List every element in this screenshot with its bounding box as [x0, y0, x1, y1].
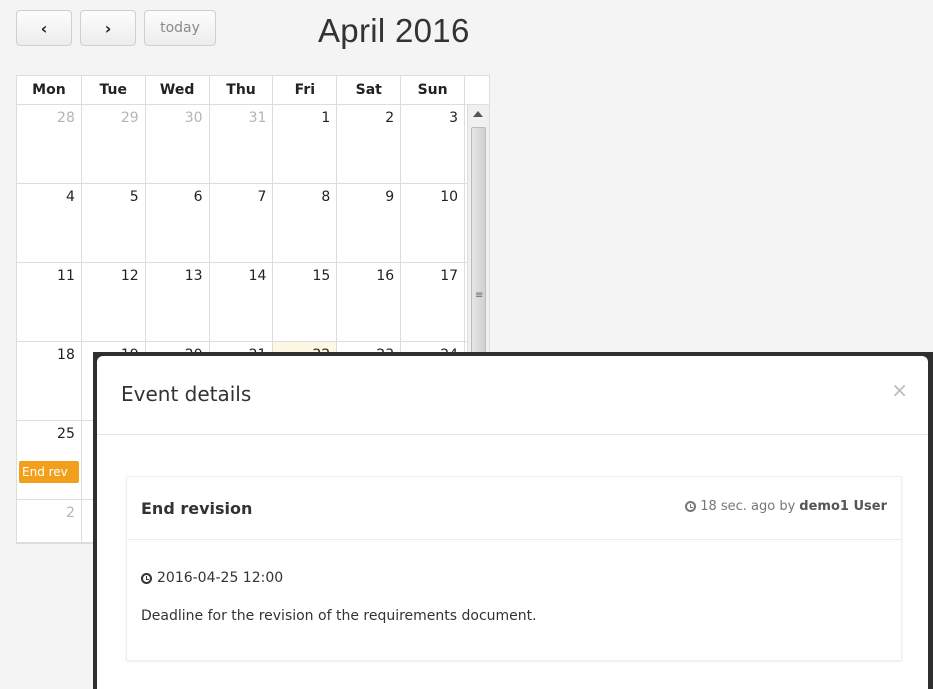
clock-icon: [685, 501, 697, 512]
scroll-up-arrow-icon[interactable]: [473, 111, 483, 117]
day-cell[interactable]: 6: [146, 184, 210, 262]
day-cell[interactable]: 7: [210, 184, 274, 262]
day-header-row: Mon Tue Wed Thu Fri Sat Sun: [17, 76, 489, 105]
day-header: Thu: [210, 76, 274, 104]
day-header: Sun: [401, 76, 466, 104]
day-cell[interactable]: 30: [146, 105, 210, 183]
day-cell[interactable]: 4: [17, 184, 82, 262]
grip-icon: ≡: [475, 290, 484, 301]
day-cell[interactable]: 8: [273, 184, 338, 262]
week-row: 4 5 6 7 8 9 10: [17, 184, 489, 263]
event-meta: 18 sec. ago by demo1 User: [685, 499, 887, 514]
today-button[interactable]: today: [144, 10, 216, 46]
day-header: Tue: [82, 76, 146, 104]
day-header: Fri: [273, 76, 338, 104]
day-cell[interactable]: 11: [17, 263, 82, 341]
day-cell[interactable]: 17: [401, 263, 466, 341]
event-datetime-line: 2016-04-25 12:00: [141, 570, 887, 586]
week-row: 11 12 13 14 15 16 17: [17, 263, 489, 342]
day-cell[interactable]: 31: [210, 105, 274, 183]
day-cell[interactable]: 25 End rev: [17, 421, 82, 499]
day-cell[interactable]: 2: [337, 105, 402, 183]
week-row: 28 29 30 31 1 2 3: [17, 105, 489, 184]
chevron-left-icon: ‹: [40, 18, 48, 38]
day-cell[interactable]: 2: [17, 500, 82, 542]
clock-icon: [141, 572, 152, 584]
day-cell[interactable]: 14: [210, 263, 274, 341]
prev-month-button[interactable]: ‹: [16, 10, 72, 46]
day-cell[interactable]: 15: [273, 263, 338, 341]
close-icon[interactable]: ×: [891, 378, 908, 402]
event-panel-body: 2016-04-25 12:00 Deadline for the revisi…: [127, 540, 901, 644]
day-cell[interactable]: 10: [401, 184, 466, 262]
day-cell[interactable]: 13: [146, 263, 210, 341]
event-author[interactable]: demo1 User: [799, 499, 887, 514]
day-cell[interactable]: 12: [82, 263, 146, 341]
day-cell[interactable]: 16: [337, 263, 402, 341]
day-cell[interactable]: 1: [273, 105, 338, 183]
chevron-right-icon: ›: [104, 18, 112, 38]
event-title: End revision: [141, 499, 253, 518]
modal-title: Event details: [121, 382, 252, 406]
calendar-title: April 2016: [318, 12, 470, 49]
day-cell[interactable]: 18: [17, 342, 82, 420]
modal-header: Event details ×: [97, 356, 928, 435]
event-description: Deadline for the revision of the require…: [141, 608, 537, 624]
event-datetime: 2016-04-25 12:00: [157, 570, 284, 586]
day-cell[interactable]: 5: [82, 184, 146, 262]
event-panel: End revision 18 sec. ago by demo1 User 2…: [126, 476, 902, 661]
day-cell[interactable]: 9: [337, 184, 402, 262]
header-corner: [465, 76, 489, 104]
next-month-button[interactable]: ›: [80, 10, 136, 46]
day-cell[interactable]: 29: [82, 105, 146, 183]
day-header: Sat: [337, 76, 402, 104]
day-cell[interactable]: 28: [17, 105, 82, 183]
day-number: 25: [57, 426, 75, 442]
event-panel-header: End revision 18 sec. ago by demo1 User: [127, 477, 901, 540]
event-details-modal: Event details × End revision 18 sec. ago…: [97, 356, 928, 689]
day-header: Mon: [17, 76, 82, 104]
day-cell[interactable]: 3: [401, 105, 466, 183]
day-header: Wed: [146, 76, 210, 104]
calendar-event[interactable]: End rev: [19, 461, 79, 483]
event-meta-time: 18 sec. ago by: [700, 499, 796, 514]
calendar-toolbar: ‹ › today April 2016: [16, 10, 496, 50]
